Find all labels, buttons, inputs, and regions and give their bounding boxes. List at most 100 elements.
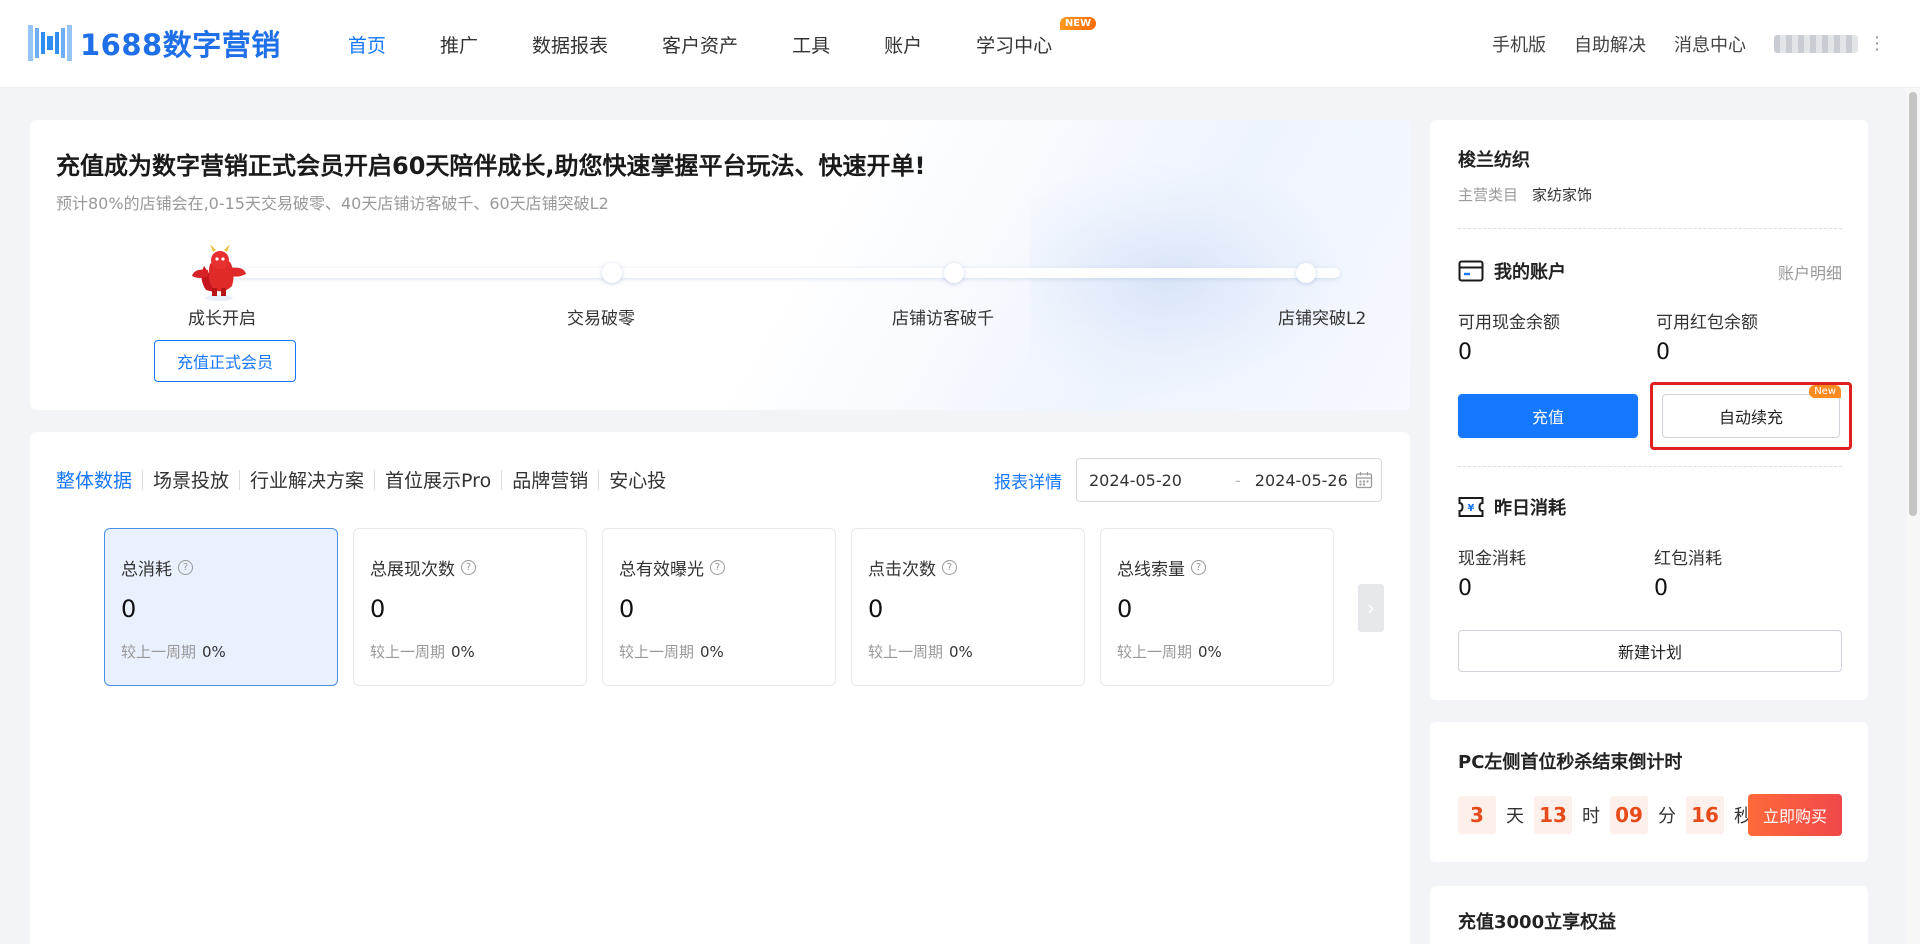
growth-progress-track — [230, 268, 1340, 278]
metric-compare-label: 较上一周期 — [121, 643, 197, 661]
logo-text: 1688数字营销 — [80, 28, 281, 62]
banner-subtitle: 预计80%的店铺会在,0-15天交易破零、40天店铺访客破千、60天店铺突破L2 — [56, 194, 609, 213]
date-separator: - — [1235, 470, 1241, 490]
step-label-visitors: 店铺访客破千 — [892, 309, 994, 329]
account-detail-link[interactable]: 账户明细 — [1778, 260, 1842, 284]
countdown-unit: 时 — [1582, 806, 1600, 827]
metric-compare-value: 0% — [700, 643, 724, 661]
help-icon[interactable]: ? — [1191, 560, 1206, 575]
coupon-cost-value: 0 — [1654, 576, 1668, 601]
nav-home[interactable]: 首页 — [348, 31, 386, 58]
buy-now-button[interactable]: 立即购买 — [1748, 794, 1842, 836]
metric-compare-label: 较上一周期 — [619, 643, 695, 661]
mascot-icon — [192, 244, 246, 301]
self-help-link[interactable]: 自助解决 — [1574, 31, 1646, 57]
recharge-promo-title: 充值3000立享权益 — [1458, 912, 1617, 933]
metric-compare-label: 较上一周期 — [370, 643, 446, 661]
metric-compare-value: 0% — [949, 643, 973, 661]
tab-top-position[interactable]: 首位展示Pro — [385, 466, 491, 493]
metric-card-total-cost[interactable]: 总消耗 ? 0 较上一周期 0% — [104, 528, 338, 686]
nav-account[interactable]: 账户 — [884, 31, 922, 58]
logo[interactable]: 1688数字营销 — [28, 22, 281, 64]
mobile-link[interactable]: 手机版 — [1492, 31, 1546, 57]
tab-industry[interactable]: 行业解决方案 — [250, 466, 364, 493]
category-label: 主营类目 — [1458, 186, 1519, 204]
category-value: 家纺家饰 — [1532, 186, 1593, 204]
more-vertical-icon[interactable]: ⋮ — [1868, 35, 1886, 53]
metric-card-effective-exposure[interactable]: 总有效曝光 ? 0 较上一周期 0% — [602, 528, 836, 686]
metric-compare: 较上一周期 0% — [619, 641, 724, 662]
banner-decoration — [1030, 160, 1370, 400]
cash-cost-label: 现金消耗 — [1458, 549, 1526, 569]
report-detail-link[interactable]: 报表详情 — [994, 468, 1062, 493]
message-center-link[interactable]: 消息中心 — [1674, 31, 1746, 57]
tab-scene[interactable]: 场景投放 — [153, 466, 229, 493]
step-label-start: 成长开启 — [188, 309, 256, 329]
top-header: 1688数字营销 首页 推广 数据报表 客户资产 工具 账户 学习中心 NEW … — [0, 0, 1920, 88]
metric-value: 0 — [1117, 595, 1133, 623]
main-category: 主营类目 家纺家饰 — [1458, 184, 1592, 205]
recharge-member-button[interactable]: 充值正式会员 — [154, 340, 296, 382]
metric-label-text: 总有效曝光 — [619, 560, 704, 580]
date-start[interactable]: 2024-05-20 — [1089, 471, 1221, 490]
my-account-title-text: 我的账户 — [1494, 262, 1566, 283]
nav-tools[interactable]: 工具 — [792, 31, 830, 58]
metric-compare: 较上一周期 0% — [370, 641, 475, 662]
header-right: 手机版 自助解决 消息中心 ⋮ — [1464, 0, 1886, 88]
account-panel: 梭兰纺织 主营类目 家纺家饰 我的账户 账户明细 可用现金余额 0 可用红包余额 … — [1430, 120, 1868, 700]
metric-value: 0 — [619, 595, 635, 623]
growth-banner: 充值成为数字营销正式会员开启60天陪伴成长,助您快速掌握平台玩法、快速开单! 预… — [30, 120, 1410, 410]
step-dot — [944, 263, 964, 283]
countdown-hours: 13 — [1534, 796, 1572, 834]
step-dot — [602, 263, 622, 283]
help-icon[interactable]: ? — [178, 560, 193, 575]
new-plan-button[interactable]: 新建计划 — [1458, 630, 1842, 672]
recharge-button[interactable]: 充值 — [1458, 394, 1638, 438]
metric-cards: 总消耗 ? 0 较上一周期 0% 总展现次数 ? 0 较上一周期 0% 总有效曝光 … — [104, 528, 1349, 686]
new-tag: New — [1809, 385, 1841, 398]
step-label-first-deal: 交易破零 — [567, 309, 635, 329]
coupon-balance-value: 0 — [1656, 340, 1670, 365]
metric-card-leads[interactable]: 总线索量 ? 0 较上一周期 0% — [1100, 528, 1334, 686]
metric-card-impressions[interactable]: 总展现次数 ? 0 较上一周期 0% — [353, 528, 587, 686]
my-account-title: 我的账户 — [1458, 258, 1566, 284]
nav-data-report[interactable]: 数据报表 — [532, 31, 608, 58]
metric-card-clicks[interactable]: 点击次数 ? 0 较上一周期 0% — [851, 528, 1085, 686]
metric-label: 点击次数 ? — [868, 555, 957, 580]
metric-value: 0 — [370, 595, 386, 623]
svg-text:¥: ¥ — [1468, 503, 1475, 514]
cash-cost-value: 0 — [1458, 576, 1472, 601]
metric-label: 总展现次数 ? — [370, 555, 476, 580]
metric-value: 0 — [121, 595, 137, 623]
countdown-seconds: 16 — [1686, 796, 1724, 834]
metric-label-text: 总展现次数 — [370, 560, 455, 580]
data-tabs: 整体数据 场景投放 行业解决方案 首位展示Pro 品牌营销 安心投 — [56, 466, 666, 493]
user-name-blurred[interactable] — [1774, 35, 1858, 53]
logo-mark-icon — [28, 25, 72, 61]
auto-recharge-button[interactable]: 自动续充 New — [1662, 385, 1841, 438]
nav-customer-assets[interactable]: 客户资产 — [662, 31, 738, 58]
help-icon[interactable]: ? — [710, 560, 725, 575]
help-icon[interactable]: ? — [461, 560, 476, 575]
step-dot — [1296, 263, 1316, 283]
banner-title: 充值成为数字营销正式会员开启60天陪伴成长,助您快速掌握平台玩法、快速开单! — [56, 152, 926, 180]
page-scrollbar-thumb[interactable] — [1909, 92, 1917, 516]
tab-overall[interactable]: 整体数据 — [56, 466, 132, 493]
help-icon[interactable]: ? — [942, 560, 957, 575]
cash-balance-label: 可用现金余额 — [1458, 313, 1560, 333]
metric-compare-value: 0% — [1198, 643, 1222, 661]
calendar-icon[interactable] — [1355, 471, 1373, 489]
tab-brand[interactable]: 品牌营销 — [512, 466, 588, 493]
new-badge: NEW — [1059, 16, 1097, 30]
nav-promotion[interactable]: 推广 — [440, 31, 478, 58]
nav-learning-center[interactable]: 学习中心 NEW — [976, 16, 1097, 58]
metric-compare: 较上一周期 0% — [121, 641, 226, 662]
recharge-promo-panel: 充值3000立享权益 — [1430, 886, 1868, 944]
tab-divider — [598, 469, 600, 490]
countdown-minutes: 09 — [1610, 796, 1648, 834]
tab-anxin[interactable]: 安心投 — [609, 466, 666, 493]
date-range-picker[interactable]: 2024-05-20 - 2024-05-26 — [1076, 458, 1382, 502]
coupon-balance-label: 可用红包余额 — [1656, 313, 1758, 333]
chevron-right-icon[interactable]: › — [1358, 584, 1384, 632]
date-end[interactable]: 2024-05-26 — [1255, 471, 1355, 490]
